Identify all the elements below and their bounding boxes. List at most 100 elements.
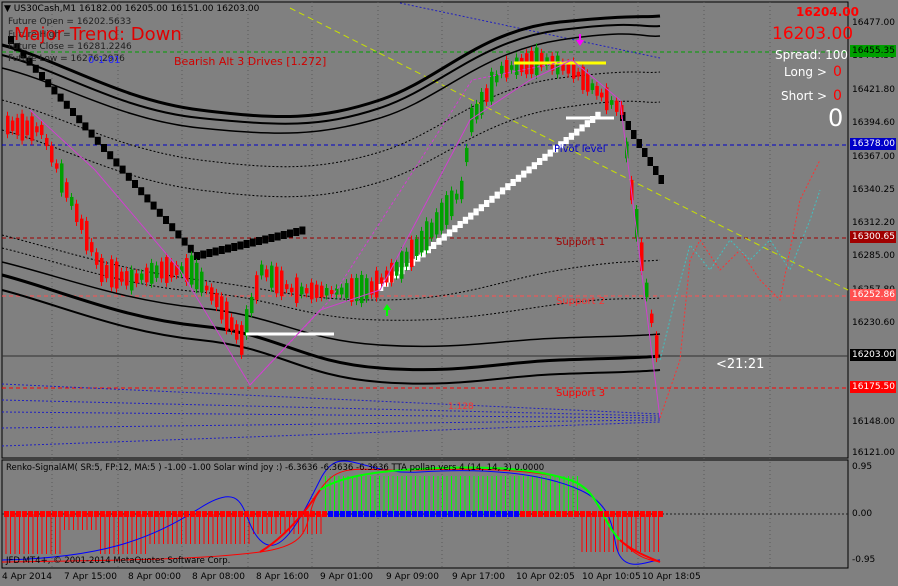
candle-body [110,259,114,288]
signal-dot [40,511,45,517]
candle-body [280,270,284,297]
candle-body [445,195,449,225]
price-tag: 16378.00 [850,138,896,150]
signal-dot [10,511,15,517]
renko-brick [32,64,39,73]
signal-dot [610,511,615,517]
candle-body [375,270,379,298]
price-tag: 16175.50 [850,381,896,393]
price-tag: 16203.00 [850,349,896,361]
signal-dot [286,511,291,517]
trend-label: Major Trend: Down [14,24,182,45]
time-axis-label: 10 Apr 18:05 [642,572,701,582]
renko-brick [563,137,569,144]
candle-body [220,296,224,320]
signal-dot [562,511,567,517]
signal-dot [16,511,21,517]
signal-dot [490,511,495,517]
candle-body [115,261,119,289]
signal-dot [166,511,171,517]
renko-brick [150,201,157,210]
renko-brick [287,229,293,238]
candle-body [430,222,434,238]
signal-dot [142,511,147,517]
signal-dot [340,511,345,517]
renko-brick [274,232,281,241]
candle-body [50,145,54,163]
candle-body [485,88,489,102]
renko-brick [187,244,194,253]
signal-dot [52,511,57,517]
ind-axis-bottom: -0.95 [852,555,876,565]
renko-brick [568,132,575,140]
renko-brick [574,128,580,136]
candle-body [300,286,304,295]
candle-body [535,47,539,76]
signal-dot [322,511,327,517]
chart-canvas[interactable] [0,0,898,586]
renko-brick [76,115,83,124]
renko-brick [39,72,45,80]
signal-dot [244,511,249,517]
price-axis-label: 16312.20 [852,218,895,228]
renko-brick [537,158,543,165]
candle-body [190,255,194,285]
candle-body [85,220,89,251]
copyright: JFD MT4+, © 2001-2014 MetaQuotes Softwar… [6,556,231,566]
dropdown-triangle-icon[interactable]: ▼ [4,4,11,14]
signal-dot [400,511,405,517]
candle-body [250,296,254,314]
signal-dot [544,511,549,517]
signal-dot [370,511,375,517]
candle-body [225,301,229,331]
candle-body [150,262,154,284]
candle-body [515,57,519,75]
long-value: 0 [833,64,842,80]
signal-dot [310,511,315,517]
candle-body [290,287,294,293]
renko-brick [237,241,244,250]
renko-brick [642,148,648,157]
top-price: 16204.00 [796,5,860,19]
renko-brick [249,238,256,247]
signal-dot [268,511,273,517]
signal-dot [190,511,195,517]
candle-body [255,275,259,300]
candle-body [200,271,204,293]
ind-axis-mid: 0.00 [852,509,873,519]
candle-body [260,264,264,276]
signal-dot [442,511,447,517]
candle-body [360,274,364,304]
signal-dot [412,511,417,517]
signal-dot [424,511,429,517]
renko-brick [658,175,664,184]
signal-dot [130,511,135,517]
renko-brick [542,153,548,161]
signal-dot [508,511,513,517]
candle-body [460,180,464,200]
candle-body [610,100,614,105]
renko-brick [125,172,132,181]
signal-dot [136,511,141,517]
big-zero: 0 [828,104,844,132]
candle-body [650,313,654,324]
sell-arrow-icon [576,34,584,46]
signal-dot [196,511,201,517]
candle-body [380,277,384,284]
renko-brick [521,170,527,178]
signal-dot [94,511,99,517]
renko-brick [584,120,590,128]
signal-dot [100,511,105,517]
signal-dot [334,511,339,517]
candle-body [500,65,504,75]
indicator-title: Renko-SignalAM( SR:5, FP:12, MA:5 ) -1.0… [6,463,545,473]
signal-dot [628,511,633,517]
renko-brick [468,212,474,220]
renko-brick [181,237,188,246]
renko-brick [132,180,138,188]
candle-body [505,59,509,78]
current-price: 16203.00 [772,24,854,44]
price-axis-label: 16121.00 [852,448,895,458]
signal-dot [118,511,123,517]
signal-dot [124,511,129,517]
